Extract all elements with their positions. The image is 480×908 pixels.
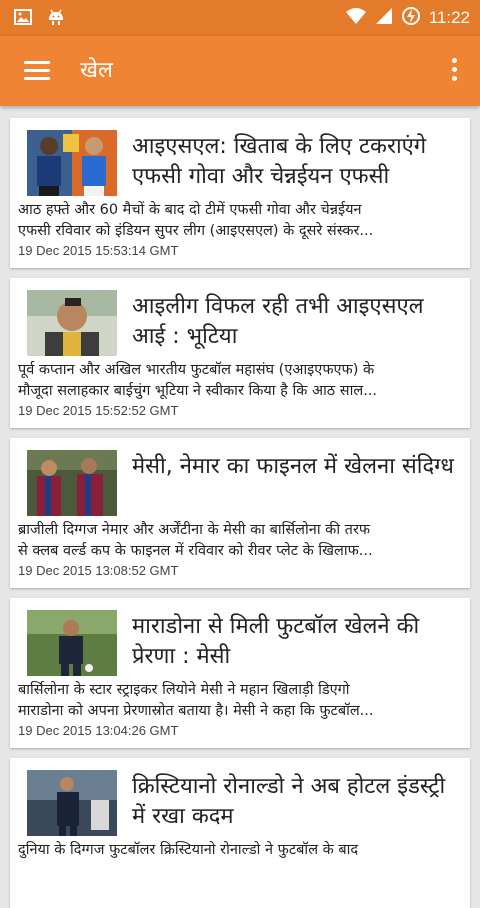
- signal-icon: [375, 7, 393, 29]
- news-thumbnail: [27, 130, 117, 196]
- news-card[interactable]: माराडोना से मिली फुटबॉल खेलने की प्रेरणा…: [10, 598, 470, 748]
- news-card[interactable]: आइएसएल: खिताब के लिए टकराएंगे एफसी गोवा …: [10, 118, 470, 268]
- news-card[interactable]: क्रिस्टियानो रोनाल्डो ने अब होटल इंडस्ट्…: [10, 758, 470, 908]
- news-summary: बार्सिलोना के स्टार स्ट्राइकर लियोने मेस…: [18, 680, 466, 722]
- news-thumbnail: [27, 450, 117, 516]
- menu-icon[interactable]: [24, 61, 50, 81]
- news-card[interactable]: मेसी, नेमार का फाइनल में खेलना संदिग्ध ब…: [10, 438, 470, 588]
- news-date: 19 Dec 2015 13:04:26 GMT: [18, 723, 179, 738]
- news-thumbnail: [27, 610, 117, 676]
- app-bar: खेल: [0, 36, 480, 106]
- image-notification-icon: [14, 8, 32, 30]
- wifi-icon: [345, 7, 367, 29]
- news-card[interactable]: आइलीग विफल रही तभी आइएसएल आई : भूटिया पू…: [10, 278, 470, 428]
- news-thumbnail: [27, 290, 117, 356]
- news-title: मेसी, नेमार का फाइनल में खेलना संदिग्ध: [132, 454, 454, 479]
- news-summary-line: ब्राजीली दिग्गज नेमार और अर्जेंटीना के म…: [18, 522, 371, 538]
- news-summary: ब्राजीली दिग्गज नेमार और अर्जेंटीना के म…: [18, 520, 466, 562]
- news-summary-line: बार्सिलोना के स्टार स्ट्राइकर लियोने मेस…: [18, 682, 350, 698]
- news-summary: आठ हफ्ते और 60 मैचों के बाद दो टीमें एफस…: [18, 200, 466, 242]
- news-title: आइएसएल: खिताब के लिए टकराएंगे एफसी गोवा …: [132, 134, 427, 189]
- more-options-icon[interactable]: [450, 58, 458, 86]
- news-summary: पूर्व कप्तान और अखिल भारतीय फुटबॉल महासं…: [18, 360, 466, 402]
- news-summary: दुनिया के दिग्गज फुटबॉलर क्रिस्टियानो रो…: [18, 840, 466, 861]
- news-date: 19 Dec 2015 13:08:52 GMT: [18, 563, 179, 578]
- news-summary-line: आठ हफ्ते और 60 मैचों के बाद दो टीमें एफस…: [18, 202, 362, 218]
- news-summary-line: माराडोना को अपना प्रेरणास्रोत बताया है। …: [18, 703, 374, 719]
- status-time: 11:22: [428, 8, 470, 27]
- news-summary-line: एफसी रविवार को इंडियन सुपर लीग (आइएसएल) …: [18, 223, 374, 239]
- page-title: खेल: [80, 58, 113, 83]
- news-summary-line: मौजूदा सलाहकार बाईचुंग भूटिया ने स्वीकार…: [18, 383, 378, 399]
- status-bar: 11:22: [0, 0, 480, 36]
- news-title: माराडोना से मिली फुटबॉल खेलने की प्रेरणा…: [132, 614, 420, 669]
- news-title: आइलीग विफल रही तभी आइएसएल आई : भूटिया: [132, 294, 424, 349]
- news-summary-line: दुनिया के दिग्गज फुटबॉलर क्रिस्टियानो रो…: [18, 842, 359, 858]
- news-summary-line: पूर्व कप्तान और अखिल भारतीय फुटबॉल महासं…: [18, 362, 375, 378]
- news-thumbnail: [27, 770, 117, 836]
- android-notification-icon: [46, 8, 66, 30]
- news-title: क्रिस्टियानो रोनाल्डो ने अब होटल इंडस्ट्…: [132, 774, 446, 829]
- news-date: 19 Dec 2015 15:52:52 GMT: [18, 403, 179, 418]
- news-summary-line: से क्लब वर्ल्ड कप के फाइनल में रविवार को…: [18, 543, 373, 559]
- news-date: 19 Dec 2015 15:53:14 GMT: [18, 243, 179, 258]
- battery-charging-icon: [401, 6, 421, 30]
